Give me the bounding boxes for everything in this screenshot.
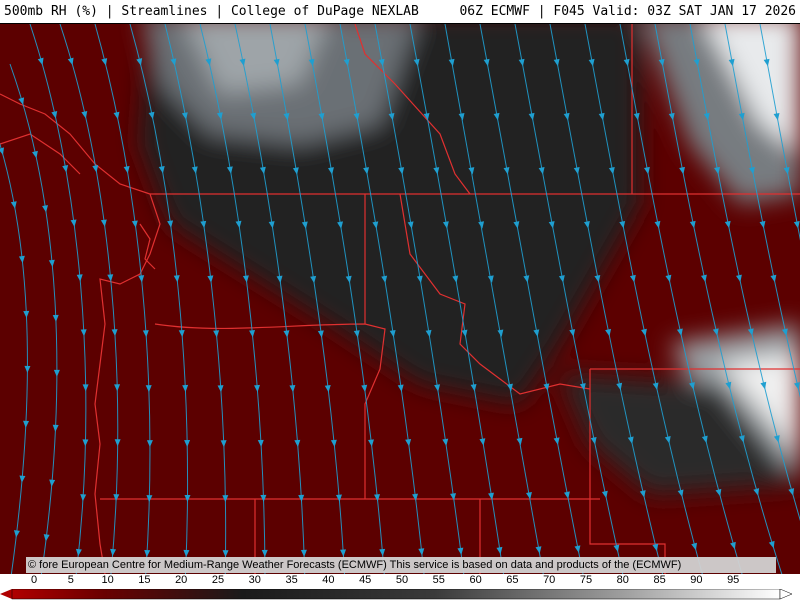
- legend-labels: 0 5 10 15 20 25 30 35 40 45 50 55 60 65 70 75 80 85 90 95: [0, 574, 800, 588]
- legend-tick-label: 55: [432, 574, 445, 586]
- legend-tick-label: 30: [248, 574, 261, 586]
- legend-tick-label: 20: [175, 574, 188, 586]
- legend-tick-label: 10: [101, 574, 114, 586]
- legend-gradient: [11, 589, 781, 600]
- legend-tick-label: 85: [653, 574, 666, 586]
- legend-tick-label: 35: [285, 574, 298, 586]
- legend-tick-label: 90: [690, 574, 703, 586]
- legend-tick-label: 95: [727, 574, 740, 586]
- legend-tick-label: 45: [359, 574, 372, 586]
- weather-map: [0, 24, 800, 574]
- data-credit: © fore European Centre for Medium-Range …: [26, 557, 776, 573]
- triangle-left-icon: [0, 589, 12, 599]
- valid-time: 06Z ECMWF | F045 Valid: 03Z SAT JAN 17 2…: [459, 4, 796, 19]
- triangle-right-icon: [779, 589, 793, 600]
- product-title: 500mb RH (%) | Streamlines | College of …: [4, 4, 419, 19]
- legend-tick-label: 75: [579, 574, 593, 586]
- color-legend: 0 5 10 15 20 25 30 35 40 45 50 55 60 65 70 75 80 85 90 95: [0, 574, 800, 600]
- legend-tick-label: 70: [543, 574, 556, 586]
- legend-tick-label: 0: [30, 574, 38, 586]
- legend-colorbar: [0, 589, 793, 600]
- legend-tick-label: 60: [469, 574, 482, 586]
- legend-tick-label: 50: [395, 574, 409, 586]
- legend-tick-label: 25: [211, 574, 225, 586]
- legend-tick-label: 65: [506, 574, 519, 586]
- header-bar: 500mb RH (%) | Streamlines | College of …: [0, 0, 800, 24]
- legend-tick-label: 5: [67, 574, 74, 586]
- legend-tick-label: 40: [322, 574, 335, 586]
- legend-tick-label: 15: [138, 574, 151, 586]
- legend-tick-label: 80: [616, 574, 629, 586]
